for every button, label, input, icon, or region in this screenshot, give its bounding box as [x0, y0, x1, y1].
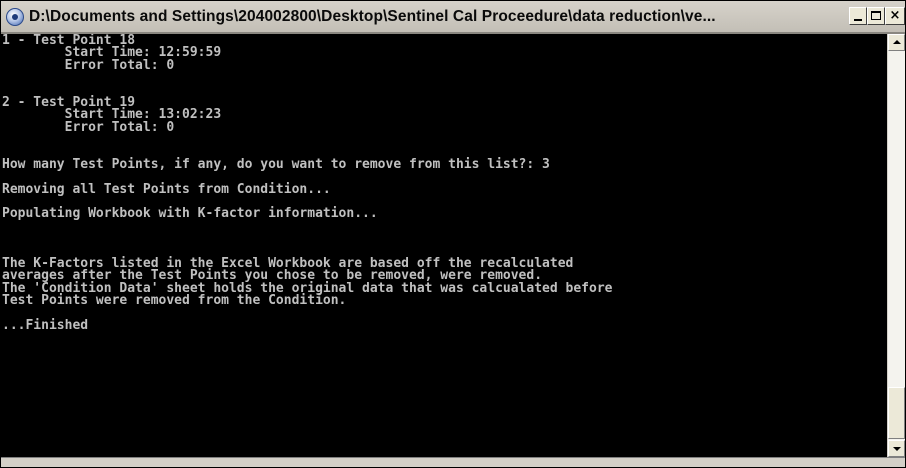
close-icon: × — [889, 8, 901, 23]
scrollbar-thumb[interactable] — [888, 387, 905, 439]
minimize-button[interactable] — [849, 7, 867, 25]
console-line: ...Finished — [2, 317, 89, 333]
maximize-icon — [871, 11, 881, 20]
maximize-button[interactable] — [867, 7, 885, 25]
console-line: Test Points were removed from the Condit… — [2, 293, 347, 309]
vertical-scrollbar[interactable] — [887, 34, 905, 457]
console-line: Error Total: 0 — [2, 57, 175, 73]
console-line: How many Test Points, if any, do you wan… — [2, 156, 550, 172]
console-line: Populating Workbook with K-factor inform… — [2, 206, 378, 222]
console-line: Removing all Test Points from Condition.… — [2, 181, 331, 197]
triangle-down-icon — [893, 447, 901, 451]
console-text: 1 - Test Point 18 Start Time: 12:59:59 E… — [2, 34, 612, 345]
close-button[interactable]: × — [885, 7, 905, 25]
scroll-down-button[interactable] — [888, 440, 905, 457]
scroll-up-button[interactable] — [888, 34, 905, 51]
console-window: D:\Documents and Settings\204002800\Desk… — [0, 0, 906, 468]
console-app-icon[interactable] — [6, 8, 24, 26]
triangle-up-icon — [893, 40, 901, 44]
window-bottom-border — [1, 457, 905, 467]
console-output[interactable]: 1 - Test Point 18 Start Time: 12:59:59 E… — [1, 34, 887, 457]
minimize-icon — [854, 19, 862, 21]
window-title: D:\Documents and Settings\204002800\Desk… — [29, 8, 716, 25]
console-line: Error Total: 0 — [2, 119, 175, 135]
title-bar[interactable]: D:\Documents and Settings\204002800\Desk… — [1, 1, 905, 34]
